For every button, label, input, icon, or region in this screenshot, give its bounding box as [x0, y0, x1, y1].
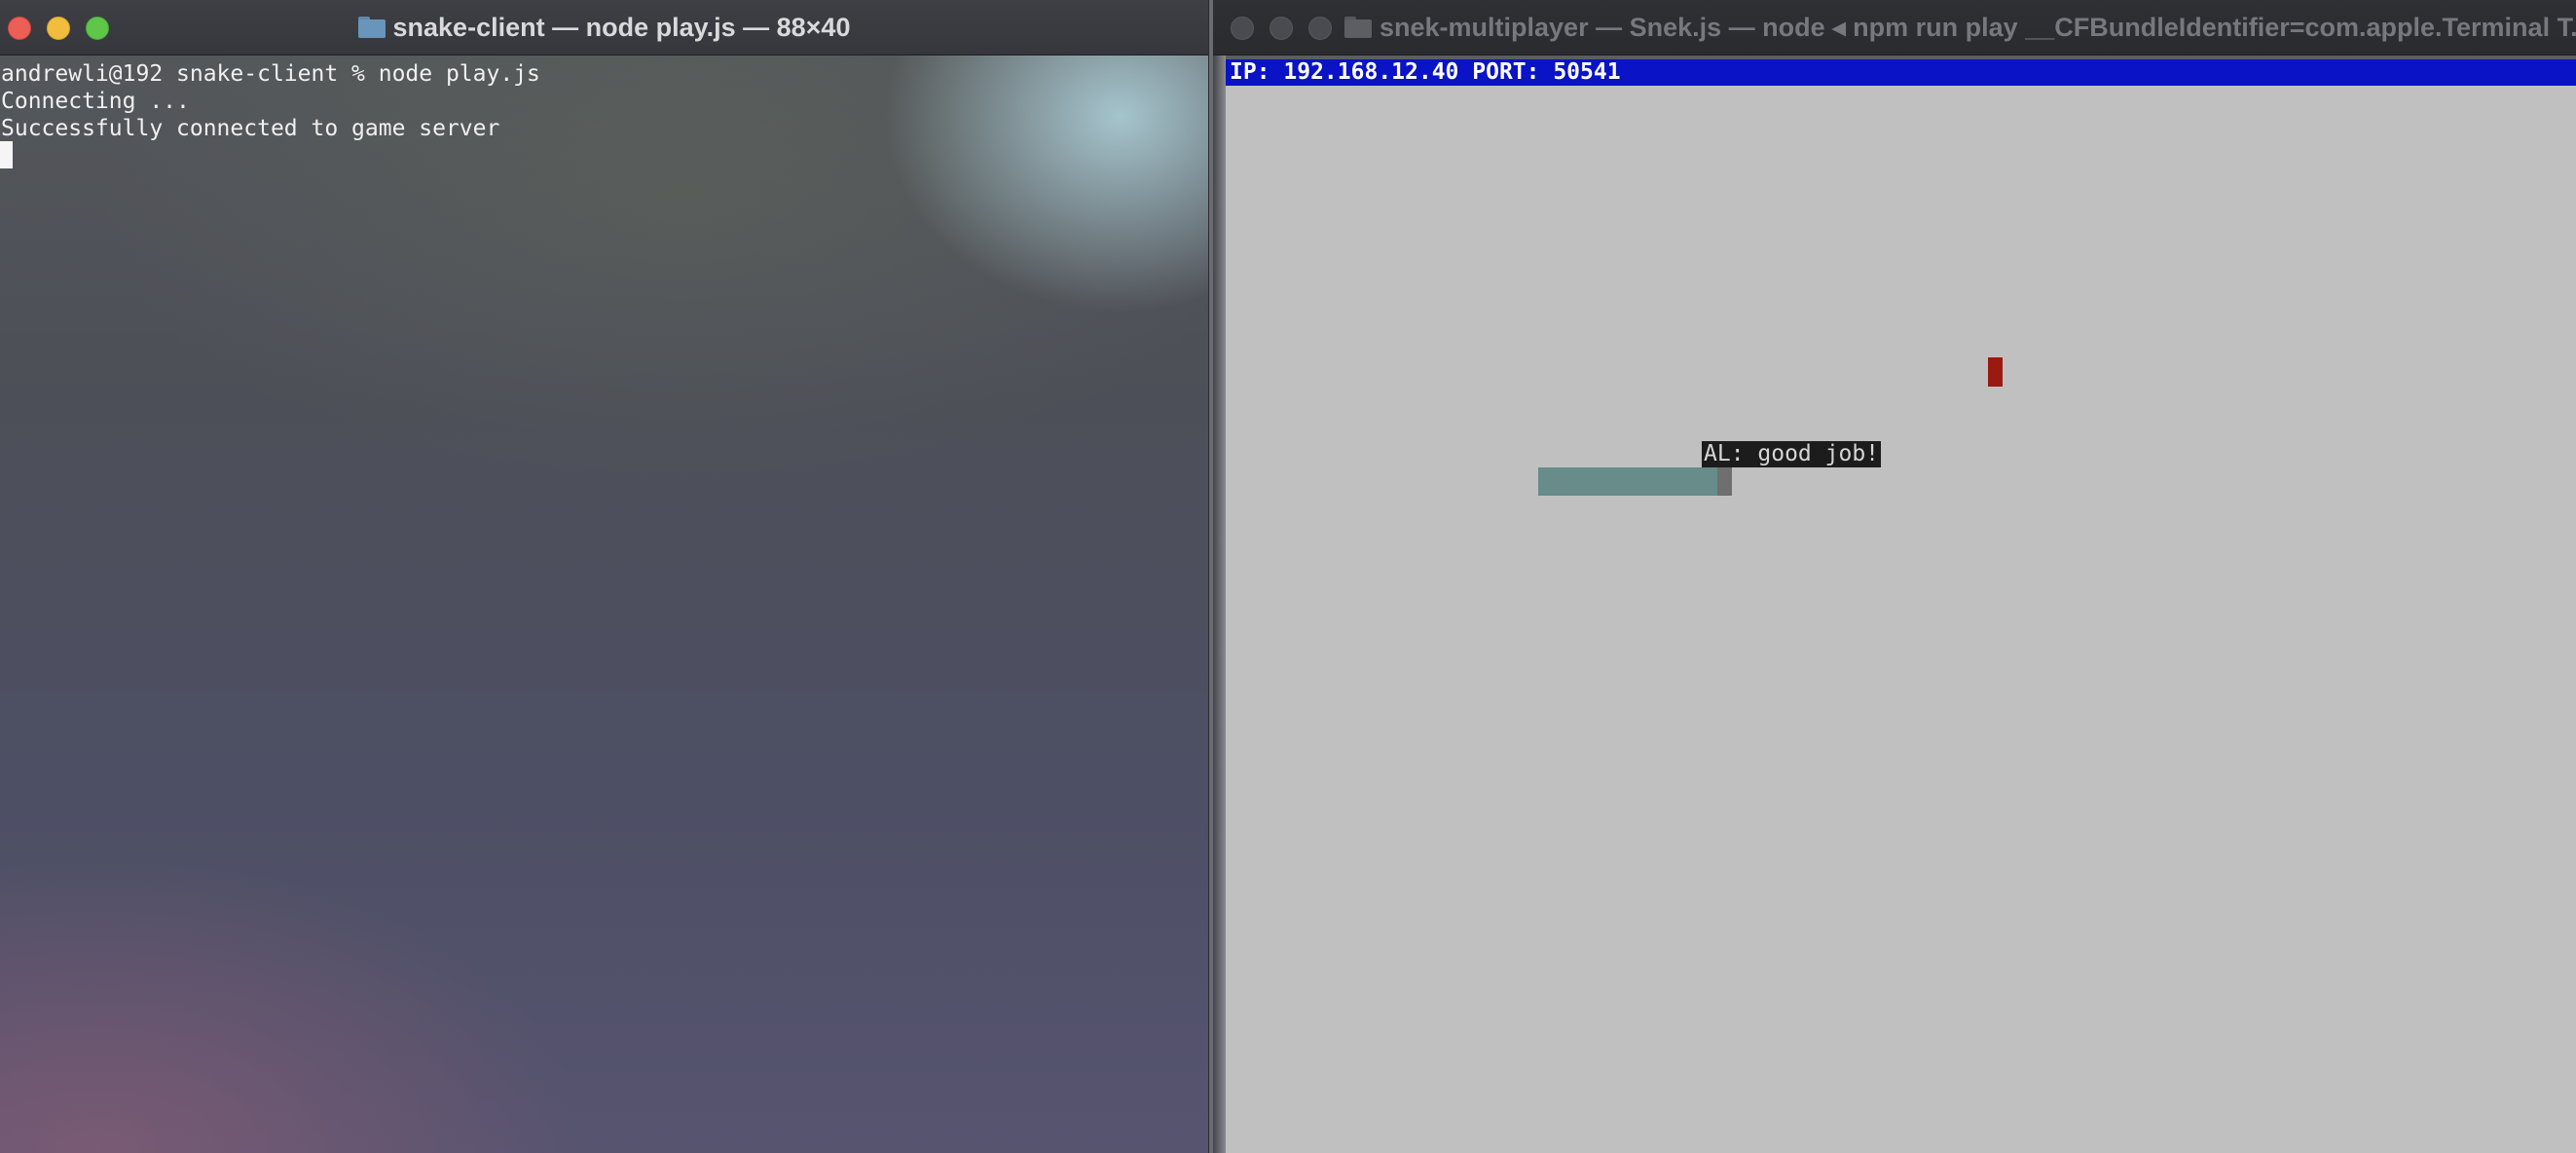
terminal-window-snake-client[interactable]: snake-client — node play.js — 88×40 andr…	[0, 0, 1209, 1153]
window-title: snake-client — node play.js — 88×40	[357, 12, 851, 43]
folder-icon	[357, 17, 386, 38]
terminal-line: Connecting ...	[1, 89, 190, 114]
terminal-window-snek-multiplayer[interactable]: snek-multiplayer — Snek.js — node ◂ npm …	[1213, 0, 2576, 1153]
game-board[interactable]: IP: 192.168.12.40 PORT: 50541 AL: good j…	[1226, 59, 2576, 1153]
window-title-text: snek-multiplayer — Snek.js — node ◂ npm …	[1380, 12, 2576, 42]
zoom-button[interactable]	[1308, 17, 1332, 40]
folder-icon	[1344, 17, 1372, 38]
terminal-line: andrewli@192 snake-client % node play.js	[1, 61, 540, 87]
close-button[interactable]	[8, 17, 31, 40]
window-title: snek-multiplayer — Snek.js — node ◂ npm …	[1344, 0, 2576, 55]
title-bar[interactable]: snek-multiplayer — Snek.js — node ◂ npm …	[1213, 0, 2576, 56]
minimize-button[interactable]	[47, 17, 70, 40]
connection-status-bar: IP: 192.168.12.40 PORT: 50541	[1226, 59, 2576, 86]
window-controls	[1231, 17, 1332, 40]
chat-message: AL: good job!	[1702, 441, 1882, 467]
window-controls	[8, 17, 109, 40]
window-title-text: snake-client — node play.js — 88×40	[392, 12, 851, 42]
close-button[interactable]	[1231, 17, 1254, 40]
snake-head	[1717, 467, 1732, 496]
window-edge	[1213, 56, 1226, 1153]
snake-body	[1538, 467, 1717, 496]
terminal-output[interactable]: andrewli@192 snake-client % node play.js…	[0, 56, 1208, 1153]
text-cursor	[0, 141, 13, 168]
terminal-line: Successfully connected to game server	[1, 116, 500, 141]
title-bar[interactable]: snake-client — node play.js — 88×40	[0, 0, 1208, 56]
food-pellet	[1988, 357, 2003, 387]
minimize-button[interactable]	[1270, 17, 1293, 40]
zoom-button[interactable]	[86, 17, 109, 40]
